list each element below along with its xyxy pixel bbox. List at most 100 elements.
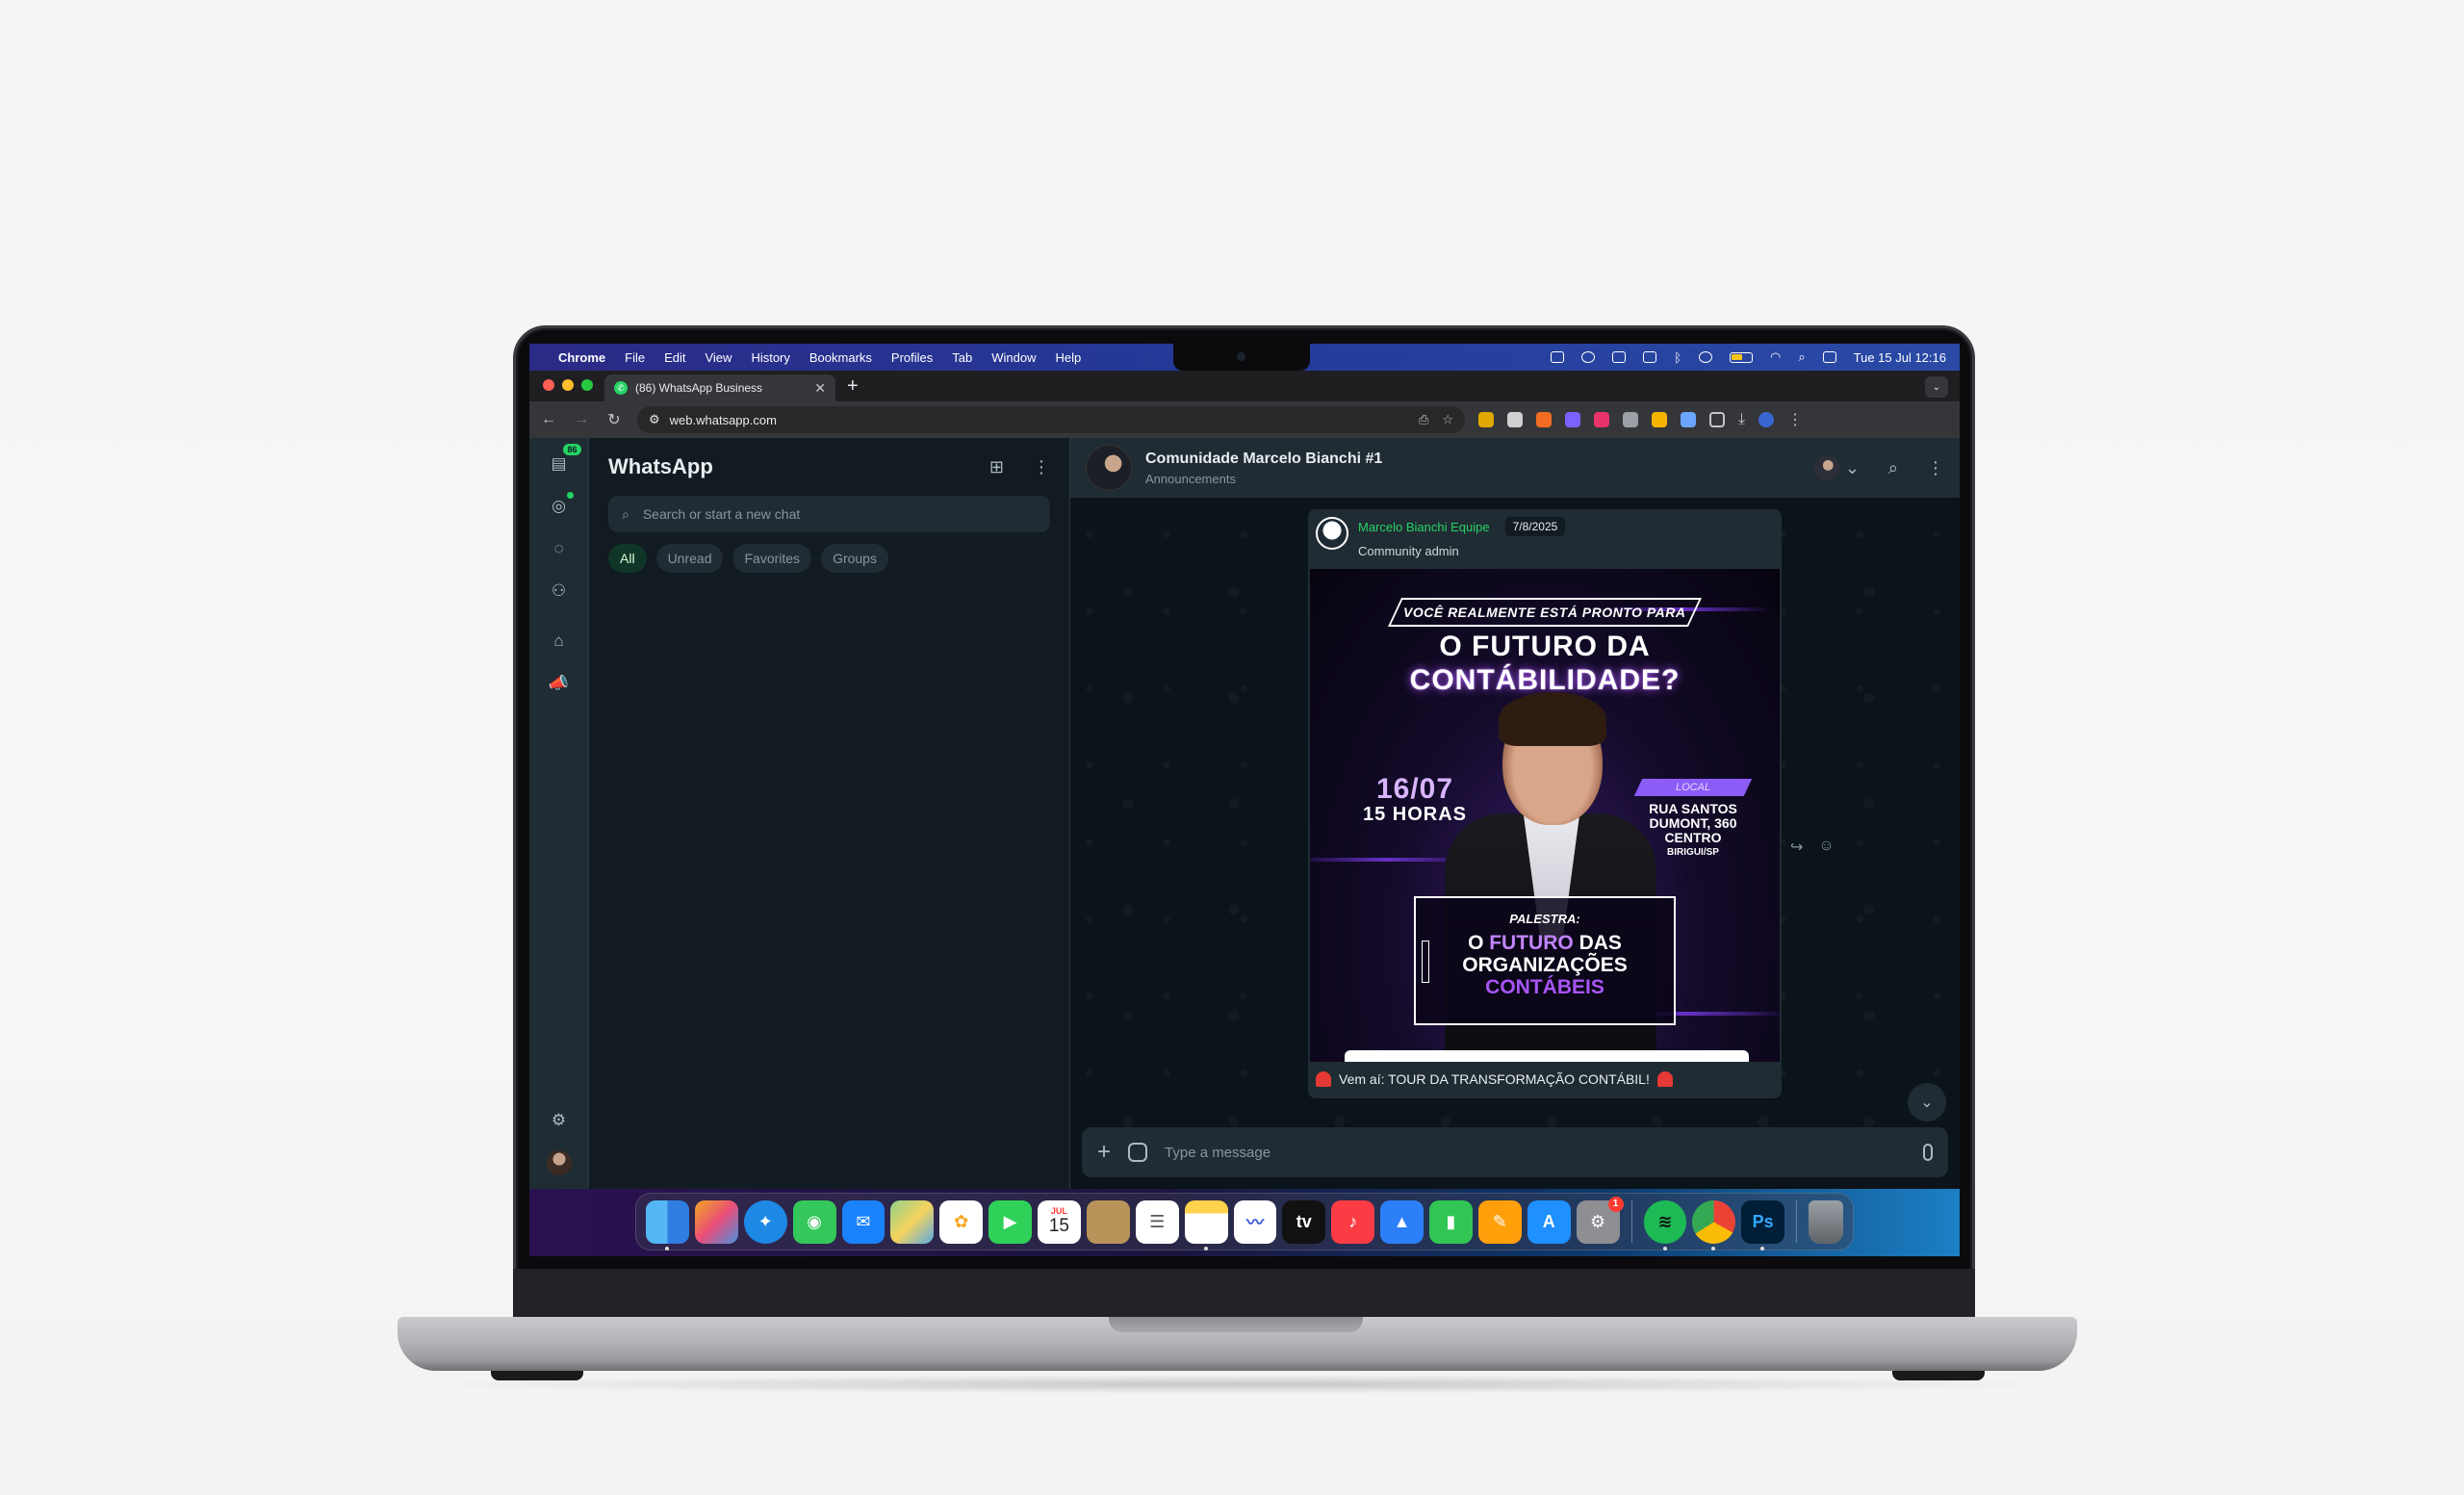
tab-search-chevron-icon[interactable]: ⌄ [1925, 376, 1948, 398]
address-bar[interactable]: ⚙ web.whatsapp.com ⎙ ☆ [637, 406, 1465, 433]
close-window-button[interactable] [543, 379, 554, 391]
profile-avatar[interactable] [1758, 412, 1775, 427]
channels-icon[interactable]: ◌ [547, 536, 572, 561]
spotlight-search-icon[interactable]: ⌕ [1798, 349, 1805, 365]
zoom-window-button[interactable] [581, 379, 593, 391]
extension-5-icon[interactable] [1594, 412, 1609, 427]
new-tab-button[interactable]: + [847, 375, 859, 398]
microphone-icon[interactable] [1923, 1144, 1933, 1161]
reload-icon[interactable]: ↻ [604, 410, 624, 429]
settings-gear-icon[interactable]: ⚙ [547, 1108, 572, 1133]
status-icon[interactable]: ◎ [547, 492, 574, 519]
system-settings-icon[interactable]: ⚙ 1 [1576, 1196, 1624, 1244]
extensions-puzzle-icon[interactable] [1709, 412, 1725, 427]
app-status-icon[interactable] [1612, 351, 1627, 363]
scroll-to-bottom-button[interactable]: ⌄ [1908, 1083, 1946, 1121]
menu-kebab-icon[interactable]: ⋮ [1927, 458, 1944, 478]
filter-all[interactable]: All [608, 544, 647, 573]
message-input[interactable]: Type a message [1165, 1145, 1906, 1161]
attach-plus-icon[interactable]: + [1097, 1139, 1111, 1166]
menubar-clock[interactable]: Tue 15 Jul 12:16 [1854, 350, 1946, 365]
wifi-icon[interactable]: ◠ [1770, 349, 1781, 365]
sender-name[interactable]: Marcelo Bianchi Equipe [1358, 520, 1490, 534]
chrome-icon[interactable] [1692, 1199, 1736, 1250]
sticker-emoji-icon[interactable] [1128, 1143, 1148, 1162]
status-item-icon[interactable] [1551, 351, 1565, 363]
menu-kebab-icon[interactable]: ⋮ [1033, 457, 1050, 477]
battery-icon[interactable] [1730, 351, 1753, 363]
chrome-menu-icon[interactable]: ⋮ [1787, 410, 1803, 429]
app-store-icon[interactable]: A [1527, 1199, 1571, 1244]
control-center-icon[interactable] [1822, 351, 1836, 363]
participant-switcher[interactable]: ⌄ [1813, 455, 1860, 480]
trash-icon[interactable] [1809, 1199, 1844, 1244]
notes-icon[interactable] [1184, 1199, 1228, 1250]
extension-6-icon[interactable] [1623, 412, 1638, 427]
extension-shield-icon[interactable] [1565, 412, 1580, 427]
display-icon[interactable] [1643, 351, 1657, 363]
install-app-icon[interactable]: ⎙ [1419, 412, 1428, 427]
communities-icon[interactable]: ⚇ [547, 579, 572, 604]
site-settings-icon[interactable]: ⚙ [649, 412, 660, 427]
menu-app-name[interactable]: Chrome [558, 350, 605, 365]
menu-help[interactable]: Help [1056, 350, 1082, 365]
numbers-icon[interactable]: ▮ [1429, 1199, 1473, 1244]
contacts-icon[interactable] [1086, 1199, 1130, 1244]
sender-avatar[interactable] [1316, 517, 1348, 550]
search-input[interactable]: ⌕ Search or start a new chat [608, 496, 1050, 532]
spotify-icon[interactable]: ≋ [1643, 1199, 1687, 1250]
bluetooth-icon[interactable]: ᛒ [1674, 350, 1681, 365]
mail-icon[interactable]: ✉ [841, 1199, 886, 1244]
download-icon[interactable]: ⤓ [1738, 411, 1745, 428]
catalog-store-icon[interactable]: ⌂ [547, 629, 572, 654]
menu-history[interactable]: History [751, 350, 789, 365]
chats-icon[interactable]: ▤ 86 [547, 444, 581, 477]
music-icon[interactable]: ♪ [1331, 1199, 1375, 1244]
menu-edit[interactable]: Edit [664, 350, 685, 365]
maps-icon[interactable] [890, 1199, 935, 1244]
apple-tv-icon[interactable]: tv [1282, 1199, 1326, 1244]
user-avatar[interactable] [546, 1150, 572, 1175]
community-avatar[interactable] [1086, 445, 1132, 491]
photos-icon[interactable]: ✿ [939, 1199, 984, 1244]
extension-3-icon[interactable] [1536, 412, 1552, 427]
keynote-icon[interactable]: ▲ [1380, 1199, 1424, 1244]
browser-tab-whatsapp[interactable]: ✆ (86) WhatsApp Business ✕ [604, 374, 835, 401]
conversation-header[interactable]: Comunidade Marcelo Bianchi #1 Announceme… [1070, 438, 1960, 498]
facetime-icon[interactable]: ▶ [988, 1199, 1032, 1244]
forward-icon[interactable]: ↪ [1790, 838, 1803, 857]
menu-file[interactable]: File [625, 350, 645, 365]
menu-window[interactable]: Window [991, 350, 1036, 365]
menu-tab[interactable]: Tab [952, 350, 972, 365]
calendar-icon[interactable]: JUL 15 [1038, 1199, 1081, 1244]
launchpad-icon[interactable] [694, 1199, 738, 1244]
filter-unread[interactable]: Unread [655, 544, 724, 573]
react-emoji-icon[interactable]: ☺ [1818, 838, 1834, 857]
extension-2-icon[interactable] [1507, 412, 1523, 427]
extension-pen-icon[interactable] [1652, 412, 1667, 427]
extension-8-icon[interactable] [1681, 412, 1696, 427]
tab-close-icon[interactable]: ✕ [814, 380, 826, 397]
back-arrow-icon[interactable]: ← [539, 411, 558, 428]
new-chat-icon[interactable]: ⊞ [989, 457, 1004, 477]
freeform-icon[interactable]: 〰 [1233, 1199, 1277, 1244]
play-circle-icon[interactable] [1699, 351, 1712, 363]
menu-view[interactable]: View [705, 350, 732, 365]
bookmark-star-icon[interactable]: ☆ [1442, 412, 1453, 427]
safari-icon[interactable]: ✦ [743, 1199, 787, 1244]
forward-arrow-icon[interactable]: → [572, 411, 591, 428]
megaphone-icon[interactable]: 📣 [547, 671, 572, 696]
menu-profiles[interactable]: Profiles [891, 350, 933, 365]
extension-1-icon[interactable] [1478, 412, 1494, 427]
search-icon[interactable]: ⌕ [1888, 458, 1898, 478]
filter-favorites[interactable]: Favorites [732, 544, 812, 573]
filter-groups[interactable]: Groups [821, 544, 888, 573]
message-bubble[interactable]: Marcelo Bianchi Equipe 7/8/2025 Communit… [1308, 509, 1782, 1098]
messages-icon[interactable]: ◉ [792, 1199, 836, 1244]
compass-icon[interactable] [1581, 351, 1596, 363]
reminders-icon[interactable]: ☰ [1135, 1199, 1179, 1244]
finder-icon[interactable] [646, 1199, 689, 1250]
photoshop-icon[interactable]: Ps [1741, 1199, 1785, 1250]
menu-bookmarks[interactable]: Bookmarks [809, 350, 872, 365]
minimize-window-button[interactable] [562, 379, 574, 391]
